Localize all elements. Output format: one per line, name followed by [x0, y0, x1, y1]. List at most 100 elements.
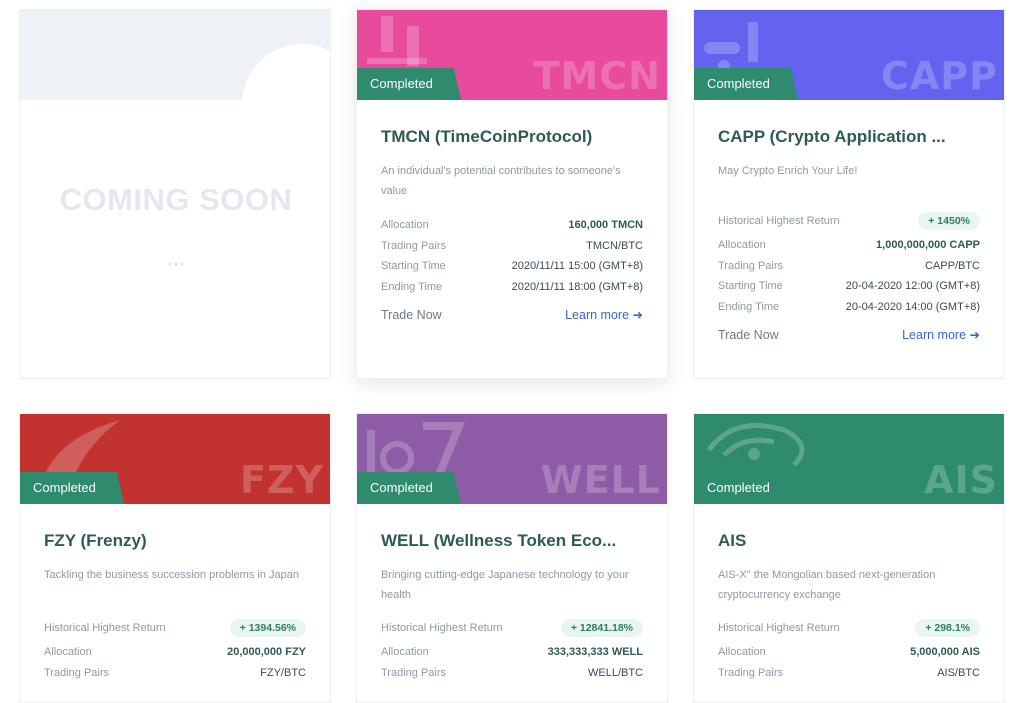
allocation-label: Allocation: [718, 239, 766, 252]
allocation-label: Allocation: [718, 646, 766, 659]
historical-return-badge: + 298.1%: [915, 618, 980, 637]
trading-pairs-row: Trading Pairs TMCN/BTC: [381, 236, 643, 257]
banner-ticker: WELL: [540, 458, 661, 502]
allocation-value: 5,000,000 AIS: [910, 646, 980, 659]
project-card-fzy[interactable]: FZY Completed FZY (Frenzy) Tackling the …: [19, 413, 331, 703]
historical-return-row: Historical Highest Return + 1450%: [718, 208, 980, 233]
project-banner: AIS Completed: [694, 414, 1004, 504]
project-card-ais[interactable]: AIS Completed AIS AIS-X" the Mongolian b…: [693, 413, 1005, 703]
arrow-right-icon: ➜: [969, 328, 980, 342]
project-card-capp[interactable]: CAPP Completed CAPP (Crypto Application …: [693, 9, 1005, 379]
project-card-tmcn[interactable]: TMCN Completed TMCN (TimeCoinProtocol) A…: [356, 9, 668, 379]
historical-return-label: Historical Highest Return: [718, 621, 840, 634]
trading-pairs-row: Trading Pairs FZY/BTC: [44, 663, 306, 684]
project-title: TMCN (TimeCoinProtocol): [381, 127, 593, 146]
banner-decoration-icon: [367, 16, 427, 66]
historical-return-label: Historical Highest Return: [381, 621, 503, 634]
banner-decoration-icon: [706, 423, 805, 467]
banner-ticker: AIS: [924, 458, 998, 502]
coming-soon-banner: [20, 10, 330, 100]
status-badge: Completed: [20, 472, 124, 504]
card-actions: Trade Now Learn more ➜: [381, 307, 643, 323]
ending-time-value: 2020/11/11 18:00 (GMT+8): [511, 280, 643, 293]
ending-time-row: Ending Time 20-04-2020 14:00 (GMT+8): [718, 297, 980, 318]
allocation-row: Allocation 5,000,000 AIS: [718, 642, 980, 663]
allocation-row: Allocation 160,000 TMCN: [381, 215, 643, 236]
starting-time-row: Starting Time 2020/11/11 15:00 (GMT+8): [381, 256, 643, 277]
historical-return-badge: + 1450%: [918, 211, 980, 230]
allocation-value: 1,000,000,000 CAPP: [876, 239, 980, 252]
status-badge: Completed: [694, 68, 798, 100]
trade-now-link[interactable]: Trade Now: [381, 308, 442, 322]
banner-ticker: FZY: [239, 458, 324, 502]
trading-pairs-label: Trading Pairs: [718, 259, 784, 272]
banner-ticker: TMCN: [533, 54, 661, 98]
project-description: Bringing cutting-edge Japanese technolog…: [381, 569, 629, 601]
historical-return-label: Historical Highest Return: [44, 621, 166, 634]
trading-pairs-row: Trading Pairs WELL/BTC: [381, 663, 643, 684]
allocation-row: Allocation 333,333,333 WELL: [381, 642, 643, 663]
historical-return-row: Historical Highest Return + 298.1%: [718, 615, 980, 640]
allocation-label: Allocation: [381, 219, 429, 232]
arrow-right-icon: ➜: [632, 308, 643, 322]
project-title: FZY (Frenzy): [44, 531, 147, 550]
banner-ticker: CAPP: [881, 54, 998, 98]
project-banner: FZY Completed: [20, 414, 330, 504]
ending-time-label: Ending Time: [718, 300, 780, 313]
project-card-well[interactable]: WELL Completed WELL (Wellness Token Eco.…: [356, 413, 668, 703]
status-badge: Completed: [357, 472, 461, 504]
project-title: WELL (Wellness Token Eco...: [381, 531, 617, 550]
starting-time-value: 2020/11/11 15:00 (GMT+8): [511, 260, 643, 273]
learn-more-label: Learn more: [902, 328, 967, 342]
trading-pairs-label: Trading Pairs: [718, 666, 784, 679]
historical-return-row: Historical Highest Return + 1394.56%: [44, 615, 306, 640]
status-badge: Completed: [694, 472, 798, 504]
trading-pairs-value: FZY/BTC: [260, 666, 306, 679]
ending-time-row: Ending Time 2020/11/11 18:00 (GMT+8): [381, 277, 643, 298]
trading-pairs-row: Trading Pairs AIS/BTC: [718, 663, 980, 684]
trading-pairs-value: AIS/BTC: [937, 666, 980, 679]
trading-pairs-row: Trading Pairs CAPP/BTC: [718, 256, 980, 277]
ido-project-grid: COMING SOON ... TMCN Completed TMCN (Tim…: [0, 0, 1024, 703]
project-title: CAPP (Crypto Application ...: [718, 127, 946, 146]
allocation-label: Allocation: [44, 646, 92, 659]
trading-pairs-value: TMCN/BTC: [586, 239, 643, 252]
coming-soon-dots: ...: [166, 246, 186, 271]
starting-time-value: 20-04-2020 12:00 (GMT+8): [845, 280, 980, 293]
trading-pairs-label: Trading Pairs: [381, 666, 447, 679]
project-title: AIS: [718, 531, 747, 550]
project-banner: CAPP Completed: [694, 10, 1004, 100]
allocation-value: 333,333,333 WELL: [547, 646, 643, 659]
trading-pairs-label: Trading Pairs: [381, 239, 447, 252]
allocation-value: 20,000,000 FZY: [227, 646, 306, 659]
ending-time-value: 20-04-2020 14:00 (GMT+8): [845, 300, 980, 313]
historical-return-label: Historical Highest Return: [718, 214, 840, 227]
learn-more-link[interactable]: Learn more ➜: [565, 307, 643, 322]
allocation-row: Allocation 20,000,000 FZY: [44, 642, 306, 663]
trading-pairs-value: WELL/BTC: [587, 666, 643, 679]
allocation-row: Allocation 1,000,000,000 CAPP: [718, 235, 980, 256]
coming-soon-text: COMING SOON: [59, 182, 293, 217]
allocation-label: Allocation: [381, 646, 429, 659]
trade-now-link[interactable]: Trade Now: [718, 328, 779, 342]
starting-time-label: Starting Time: [718, 280, 783, 293]
project-banner: TMCN Completed: [357, 10, 667, 100]
allocation-value: 160,000 TMCN: [568, 219, 643, 232]
historical-return-badge: + 12841.18%: [560, 618, 643, 637]
learn-more-label: Learn more: [565, 308, 630, 322]
banner-decoration-icon: [704, 22, 758, 72]
ending-time-label: Ending Time: [381, 280, 443, 293]
status-badge: Completed: [357, 68, 461, 100]
project-description: An individual's potential contributes to…: [381, 165, 621, 197]
project-description: AIS-X" the Mongolian based next-generati…: [718, 569, 936, 601]
project-banner: WELL Completed: [357, 414, 667, 504]
learn-more-link[interactable]: Learn more ➜: [902, 327, 980, 342]
historical-return-badge: + 1394.56%: [229, 618, 306, 637]
starting-time-label: Starting Time: [381, 260, 446, 273]
trading-pairs-value: CAPP/BTC: [924, 259, 980, 272]
coming-soon-card: COMING SOON ...: [19, 9, 331, 379]
starting-time-row: Starting Time 20-04-2020 12:00 (GMT+8): [718, 276, 980, 297]
project-description: May Crypto Enrich Your Life!: [718, 165, 858, 177]
historical-return-row: Historical Highest Return + 12841.18%: [381, 615, 643, 640]
card-actions: Trade Now Learn more ➜: [718, 327, 980, 343]
